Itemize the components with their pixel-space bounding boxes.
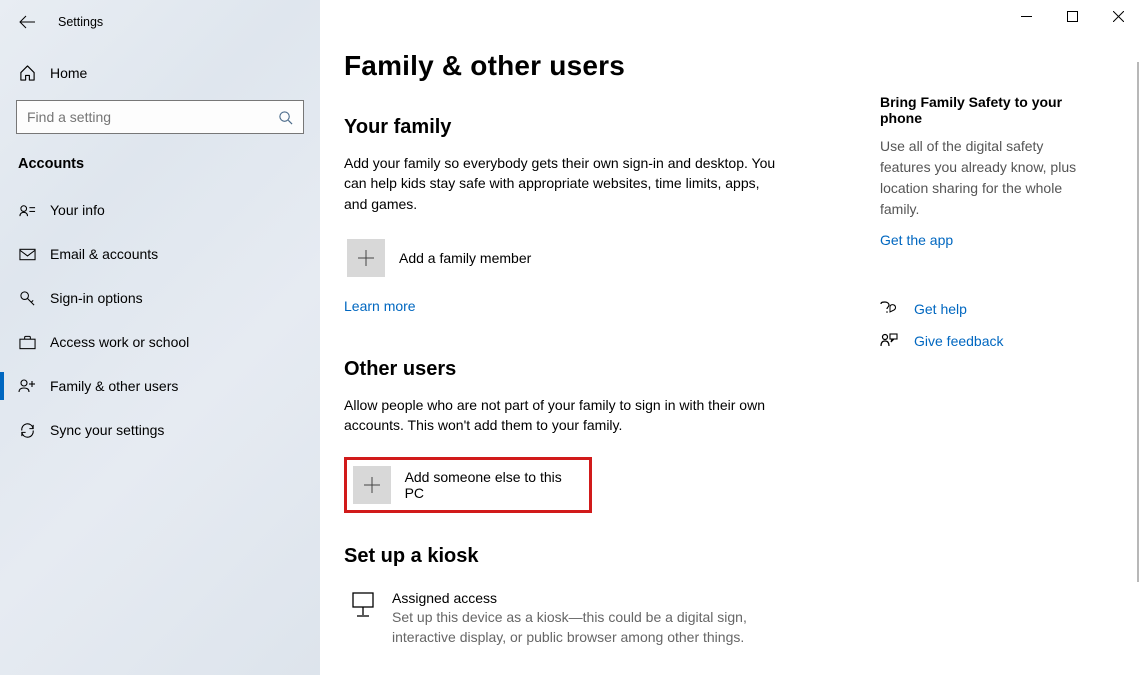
maximize-button[interactable] xyxy=(1049,0,1095,32)
main: Family & other users Your family Add you… xyxy=(320,0,1141,675)
person-card-icon xyxy=(18,201,36,219)
sidebar-item-email-accounts[interactable]: Email & accounts xyxy=(0,232,320,276)
scrollbar[interactable] xyxy=(1135,62,1141,675)
scrollbar-thumb[interactable] xyxy=(1137,62,1139,582)
add-someone-else-label: Add someone else to this PC xyxy=(405,469,583,501)
get-help-label: Get help xyxy=(914,301,967,317)
assigned-access-description: Set up this device as a kiosk—this could… xyxy=(392,608,792,647)
kiosk-icon xyxy=(344,590,382,647)
nav-list: Your info Email & accounts Sign-in optio… xyxy=(0,188,320,452)
nav-label: Your info xyxy=(50,202,105,218)
plus-icon xyxy=(347,239,385,277)
back-button[interactable] xyxy=(18,13,36,31)
add-family-member-button[interactable]: Add a family member xyxy=(344,236,860,280)
give-feedback-link[interactable]: Give feedback xyxy=(880,332,1096,350)
search-icon xyxy=(277,109,293,125)
briefcase-icon xyxy=(18,333,36,351)
get-help-link[interactable]: Get help xyxy=(880,300,1096,318)
learn-more-link[interactable]: Learn more xyxy=(344,298,416,314)
window-title: Settings xyxy=(58,15,103,29)
nav-label: Access work or school xyxy=(50,334,189,350)
get-the-app-link[interactable]: Get the app xyxy=(880,232,953,248)
add-someone-else-button[interactable]: Add someone else to this PC xyxy=(344,457,592,513)
other-users-heading: Other users xyxy=(344,358,860,381)
sync-icon xyxy=(18,421,36,439)
nav-label: Sign-in options xyxy=(50,290,143,306)
add-family-label: Add a family member xyxy=(399,250,531,266)
key-icon xyxy=(18,289,36,307)
sidebar-section-header: Accounts xyxy=(0,134,320,182)
minimize-button[interactable] xyxy=(1003,0,1049,32)
nav-label: Family & other users xyxy=(50,378,178,394)
home-label: Home xyxy=(50,65,87,81)
email-icon xyxy=(18,245,36,263)
search-input[interactable] xyxy=(27,109,266,125)
sidebar: Settings Home Accounts Your info xyxy=(0,0,320,675)
sidebar-item-your-info[interactable]: Your info xyxy=(0,188,320,232)
nav-label: Email & accounts xyxy=(50,246,158,262)
nav-label: Sync your settings xyxy=(50,422,164,438)
other-users-description: Allow people who are not part of your fa… xyxy=(344,395,784,436)
your-family-heading: Your family xyxy=(344,116,860,139)
search-box[interactable] xyxy=(16,100,304,134)
aside: Bring Family Safety to your phone Use al… xyxy=(860,0,1120,675)
sidebar-item-sync-settings[interactable]: Sync your settings xyxy=(0,408,320,452)
close-button[interactable] xyxy=(1095,0,1141,32)
aside-promo-text: Use all of the digital safety features y… xyxy=(880,136,1096,220)
sidebar-item-access-work-school[interactable]: Access work or school xyxy=(0,320,320,364)
kiosk-heading: Set up a kiosk xyxy=(344,545,860,568)
sidebar-item-family-other-users[interactable]: Family & other users xyxy=(0,364,320,408)
aside-promo-heading: Bring Family Safety to your phone xyxy=(880,94,1096,126)
give-feedback-label: Give feedback xyxy=(914,333,1004,349)
people-plus-icon xyxy=(18,377,36,395)
sidebar-home[interactable]: Home xyxy=(0,54,320,92)
help-icon xyxy=(880,300,902,318)
assigned-access-button[interactable]: Assigned access Set up this device as a … xyxy=(344,590,860,647)
plus-icon xyxy=(353,466,391,504)
assigned-access-title: Assigned access xyxy=(392,590,792,606)
window-controls xyxy=(1003,0,1141,32)
sidebar-item-signin-options[interactable]: Sign-in options xyxy=(0,276,320,320)
your-family-description: Add your family so everybody gets their … xyxy=(344,153,784,214)
home-icon xyxy=(18,64,36,82)
feedback-icon xyxy=(880,332,902,350)
page-title: Family & other users xyxy=(344,50,860,82)
